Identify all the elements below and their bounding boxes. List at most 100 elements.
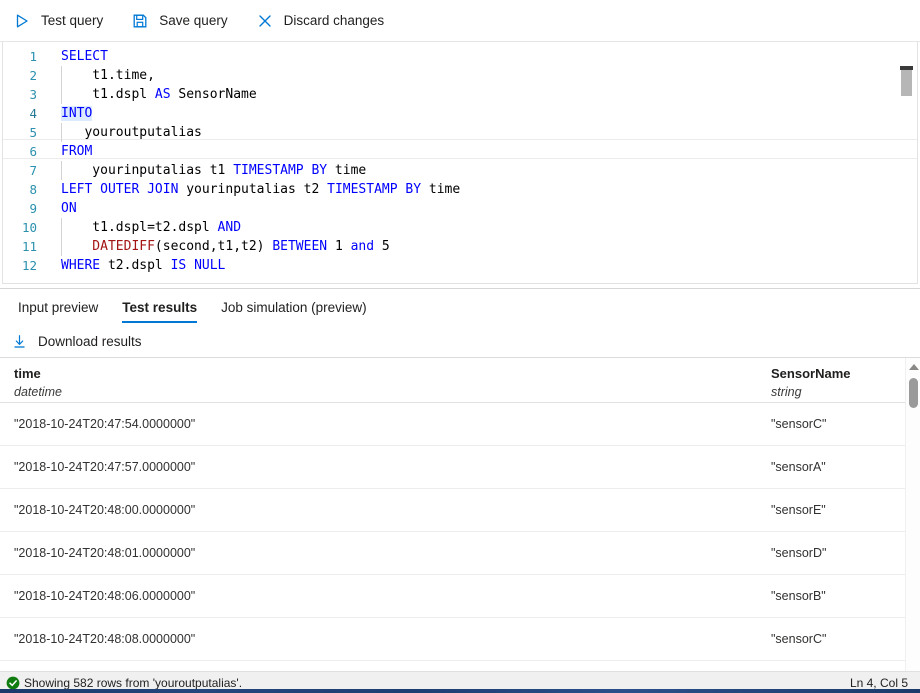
column-type: datetime (14, 384, 62, 399)
table-row[interactable]: "2018-10-24T20:47:57.0000000" "sensorA" (0, 446, 920, 489)
table-cell: "sensorA" (771, 460, 826, 474)
save-query-button[interactable]: Save query (128, 6, 236, 36)
table-row[interactable]: "2018-10-24T20:47:54.0000000" "sensorC" (0, 403, 920, 446)
close-icon (255, 11, 275, 31)
status-message: Showing 582 rows from 'youroutputalias'. (24, 675, 243, 690)
table-cell: "sensorB" (771, 589, 826, 603)
code-line: 4 INTO (3, 104, 917, 123)
table-cell: "sensorD" (771, 546, 827, 560)
table-row[interactable]: "2018-10-24T20:48:00.0000000" "sensorE" (0, 489, 920, 532)
download-results-button[interactable]: Download results (10, 328, 150, 354)
scroll-up-arrow-icon[interactable] (909, 364, 919, 370)
column-header-sensorname[interactable]: SensorName string (757, 358, 920, 402)
discard-changes-label: Discard changes (283, 12, 385, 28)
line-number: 12 (21, 258, 37, 273)
download-results-row: Download results (0, 325, 920, 357)
code-line: 7 yourinputalias t1 TIMESTAMP BY time (3, 161, 917, 180)
code-token: SELECT (61, 49, 108, 64)
code-line-text: ON (49, 199, 77, 218)
table-cell: "2018-10-24T20:47:54.0000000" (14, 417, 196, 431)
code-token: TIMESTAMP BY (233, 163, 328, 178)
download-icon (10, 332, 28, 350)
line-number: 4 (29, 106, 37, 121)
code-token: FROM (61, 144, 93, 159)
table-row[interactable]: "2018-10-24T20:48:06.0000000" "sensorB" (0, 575, 920, 618)
code-line: 8 LEFT OUTER JOIN yourinputalias t2 TIMES… (3, 180, 917, 199)
code-token: DATEDIFF (61, 239, 155, 254)
code-line: 12 WHERE t2.dspl IS NULL (3, 256, 917, 275)
code-line-text: yourinputalias t1 TIMESTAMP BY time (49, 161, 366, 180)
code-token: INTO (61, 106, 93, 121)
tab-input-preview[interactable]: Input preview (6, 299, 110, 325)
column-name: SensorName (771, 365, 851, 381)
save-query-label: Save query (159, 12, 228, 28)
tab-job-simulation-preview[interactable]: Job simulation (preview) (209, 299, 379, 325)
code-token: ON (61, 201, 77, 216)
code-line-text: youroutputalias (49, 123, 202, 142)
save-icon (130, 11, 150, 31)
code-line-text: WHERE t2.dspl IS NULL (49, 256, 225, 275)
success-check-icon (6, 676, 20, 690)
table-row[interactable]: "2018-10-24T20:48:01.0000000" "sensorD" (0, 532, 920, 575)
code-token: youroutputalias (61, 125, 202, 140)
indent-guide (61, 237, 62, 256)
table-row[interactable]: "2018-10-24T20:48:08.0000000" "sensorC" (0, 618, 920, 661)
code-editor-text[interactable]: 1 SELECT 2 t1.time, 3 t1.dspl AS SensorName… (3, 42, 917, 283)
indent-guide (61, 218, 62, 237)
code-token: AS (154, 87, 171, 102)
table-body: "2018-10-24T20:47:54.0000000" "sensorC" "2… (0, 403, 920, 661)
indent-guide (61, 123, 62, 142)
results-table: time datetime SensorName string "2018-10… (0, 358, 920, 661)
test-query-button[interactable]: Test query (10, 6, 112, 36)
code-line-text: t1.time, (49, 66, 155, 85)
line-number: 8 (29, 182, 37, 197)
table-cell: "sensorC" (771, 632, 827, 646)
line-number: 6 (29, 144, 37, 159)
results-tab-bar: Input preview Test results Job simulation … (0, 289, 920, 325)
line-number: 5 (29, 125, 37, 140)
code-line-text: FROM (49, 142, 92, 161)
column-header-time[interactable]: time datetime (0, 358, 757, 402)
results-vertical-scrollbar[interactable] (905, 358, 920, 671)
line-number: 3 (29, 87, 37, 102)
code-token: t1.dspl=t2.dspl (61, 220, 218, 235)
code-token: BETWEEN (272, 239, 328, 254)
status-message-group: Showing 582 rows from 'youroutputalias'. (6, 676, 242, 690)
line-number: 2 (29, 68, 37, 83)
code-token: (second,t1,t2) (154, 239, 273, 254)
code-token: 1 (327, 239, 351, 254)
code-token: t1.dspl (61, 87, 155, 102)
code-line-text: t1.dspl AS SensorName (49, 85, 256, 104)
code-line: 6 FROM (3, 142, 917, 161)
code-token: and (350, 239, 375, 254)
code-line-text: INTO (49, 104, 93, 123)
code-token: IS NULL (170, 258, 226, 273)
code-token: t1.time, (61, 68, 155, 83)
column-name: time (14, 365, 41, 381)
code-token: WHERE (61, 258, 101, 273)
tab-test-results[interactable]: Test results (110, 299, 209, 325)
discard-changes-button[interactable]: Discard changes (253, 6, 394, 36)
table-cell: "2018-10-24T20:48:01.0000000" (14, 546, 196, 560)
code-line-text: LEFT OUTER JOIN yourinputalias t2 TIMEST… (49, 180, 460, 199)
code-line-text: SELECT (49, 47, 108, 66)
code-line: 3 t1.dspl AS SensorName (3, 85, 917, 104)
query-editor-panel: 1 SELECT 2 t1.time, 3 t1.dspl AS SensorName… (0, 42, 920, 289)
editor-scrollbar-thumb[interactable] (901, 70, 912, 96)
table-header-row: time datetime SensorName string (0, 358, 920, 403)
table-cell: "sensorC" (771, 417, 827, 431)
download-results-label: Download results (38, 333, 142, 349)
code-token: yourinputalias t2 (178, 182, 328, 197)
editor-vertical-scrollbar[interactable] (900, 42, 915, 279)
code-line: 2 t1.time, (3, 66, 917, 85)
code-token: AND (217, 220, 242, 235)
column-type: string (771, 384, 802, 399)
indent-guide (61, 66, 62, 85)
line-number: 1 (29, 49, 37, 64)
code-line-text: DATEDIFF(second,t1,t2) BETWEEN 1 and 5 (49, 237, 389, 256)
code-token: t2.dspl (100, 258, 171, 273)
table-cell: "2018-10-24T20:48:06.0000000" (14, 589, 196, 603)
results-scrollbar-thumb[interactable] (909, 378, 918, 408)
code-line: 5 youroutputalias (3, 123, 917, 142)
query-editor-frame: 1 SELECT 2 t1.time, 3 t1.dspl AS SensorName… (2, 42, 918, 284)
